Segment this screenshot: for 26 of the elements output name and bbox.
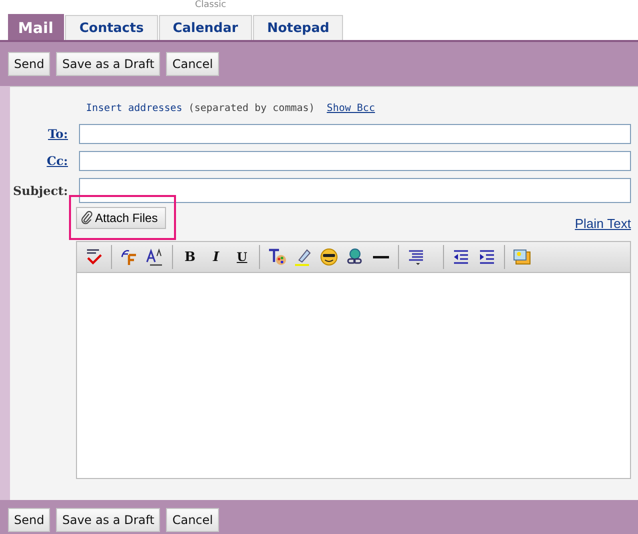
save-draft-button[interactable]: Save as a Draft: [56, 52, 160, 76]
tab[interactable]: Mail: [8, 14, 64, 40]
editor-area[interactable]: B I U: [76, 241, 631, 479]
underline-button[interactable]: U: [229, 250, 255, 264]
bold-button[interactable]: B: [177, 250, 203, 264]
show-bcc-link[interactable]: Show Bcc: [326, 102, 375, 114]
caption-text: Classic: [195, 0, 226, 10]
send-button[interactable]: Send: [8, 52, 50, 76]
field-label-link[interactable]: To:: [10, 127, 79, 141]
input-field[interactable]: [79, 151, 631, 171]
italic-button[interactable]: I: [203, 250, 229, 264]
attach-files-button[interactable]: Attach Files: [76, 207, 166, 229]
tab[interactable]: Notepad: [253, 15, 344, 40]
field-label: Subject:: [12, 184, 69, 198]
tab[interactable]: Calendar: [158, 15, 252, 40]
tab[interactable]: Contacts: [65, 15, 158, 40]
hint-text: Insert addresses (separated by commas): [86, 102, 315, 114]
field-label-link[interactable]: Cc:: [10, 154, 79, 168]
cancel-button[interactable]: Cancel: [166, 508, 219, 532]
cancel-button[interactable]: Cancel: [166, 52, 219, 76]
plain-text-link[interactable]: Plain Text: [574, 216, 631, 231]
paperclip-icon: [81, 211, 93, 225]
save-draft-button[interactable]: Save as a Draft: [56, 508, 160, 532]
send-button[interactable]: Send: [8, 508, 50, 532]
input-field[interactable]: [79, 178, 631, 203]
input-field[interactable]: [79, 124, 631, 144]
